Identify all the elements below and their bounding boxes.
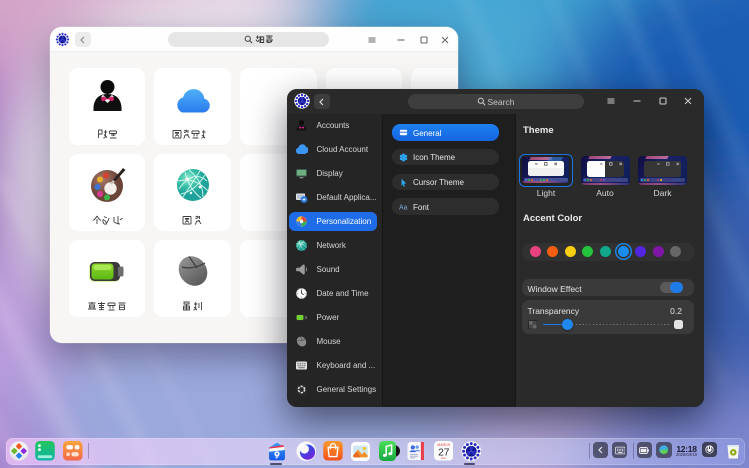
svg-text:Aa: Aa	[399, 205, 408, 212]
svg-text:Sat.: Sat.	[441, 456, 446, 460]
